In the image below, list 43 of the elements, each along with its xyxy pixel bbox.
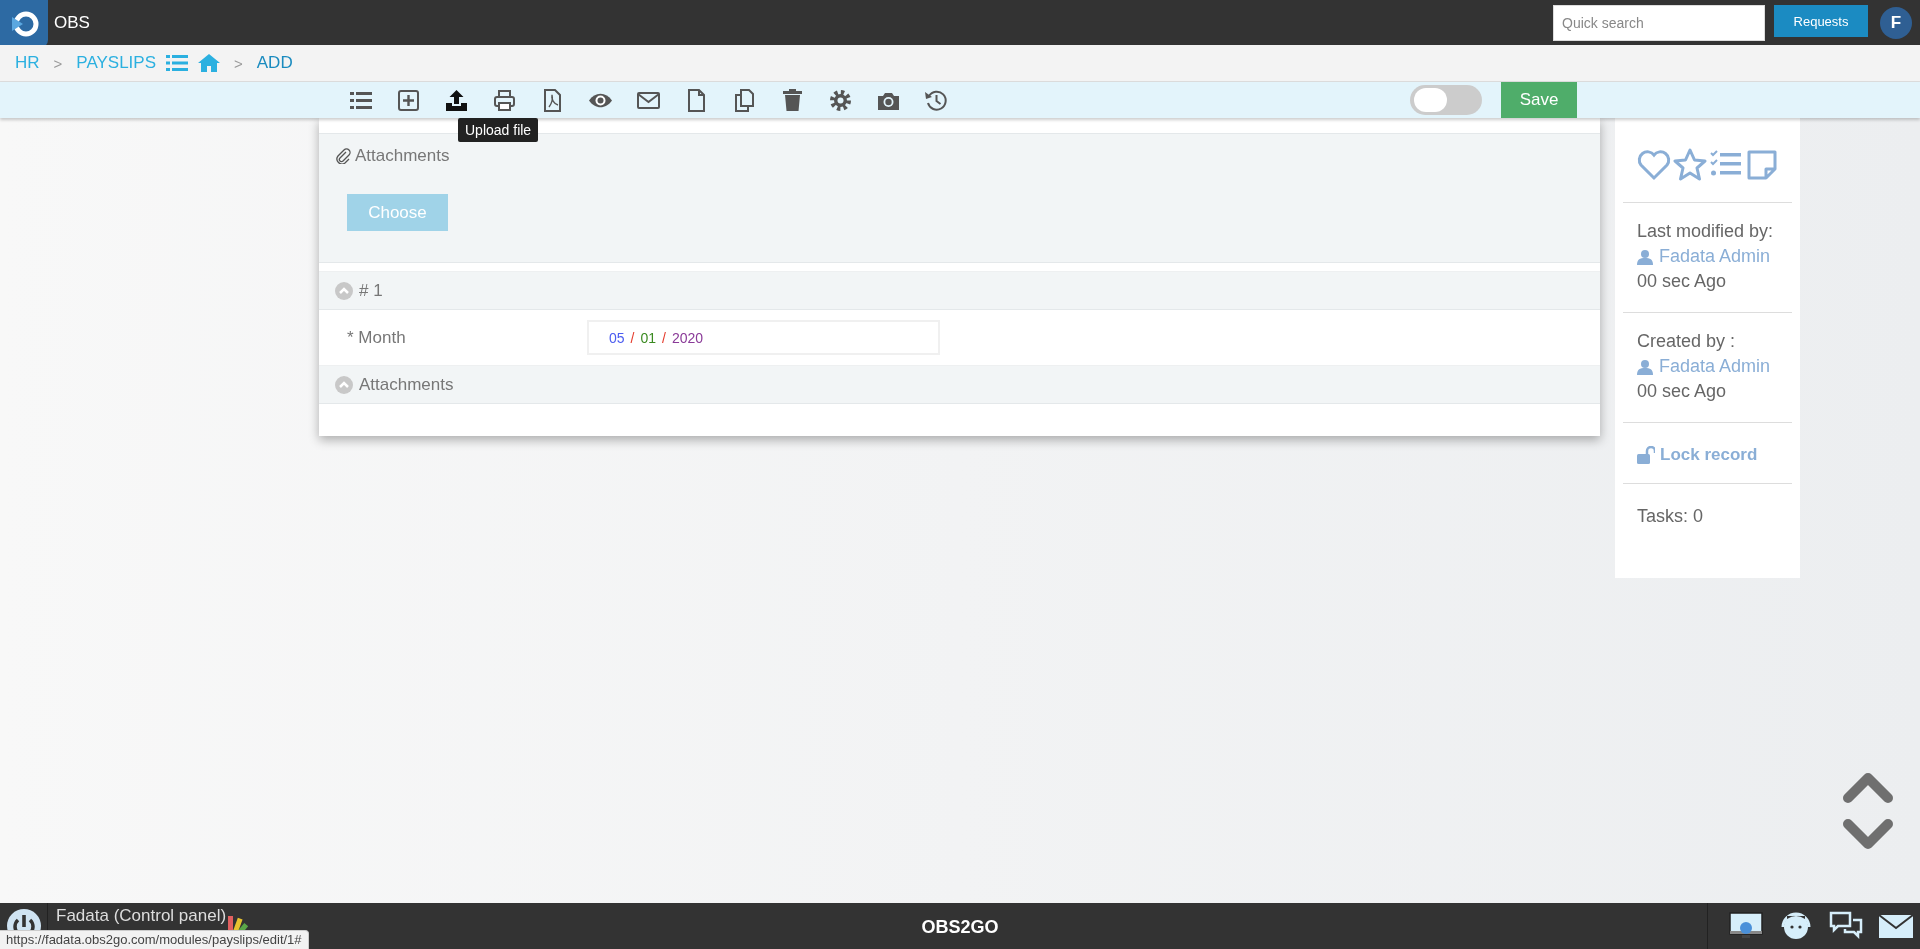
section-title[interactable]: Attachments — [359, 374, 454, 395]
meta-time: 00 sec Ago — [1637, 381, 1728, 402]
star-icon[interactable] — [1672, 148, 1707, 182]
brand-name: OBS2GO — [921, 917, 999, 938]
search-field[interactable]: Quick search — [1553, 4, 1765, 41]
breadcrumb-separator: > — [53, 54, 63, 72]
lock-record-link[interactable]: Lock record — [1660, 445, 1758, 465]
breadcrumb-current: ADD — [256, 53, 293, 73]
requests-button[interactable]: Requests — [1774, 5, 1868, 37]
print-icon[interactable] — [492, 87, 517, 113]
unlocked-padlock-icon — [1637, 446, 1655, 464]
date-field[interactable]: 05 / 01 / 2020 — [587, 320, 940, 355]
field-label: * Month — [347, 327, 407, 348]
toggle-switch[interactable] — [1410, 85, 1482, 115]
copy-icon[interactable] — [732, 87, 757, 113]
app-name: OBS — [54, 12, 90, 33]
meta-time: 00 sec Ago — [1637, 271, 1728, 292]
user-link[interactable]: Fadata Admin — [1659, 246, 1771, 267]
settings-icon[interactable] — [828, 87, 853, 113]
tasks-count: Tasks: 0 — [1636, 505, 1705, 528]
choose-button[interactable]: Choose — [347, 194, 448, 231]
scroll-down-icon[interactable] — [1842, 818, 1894, 852]
user-avatar[interactable]: F — [1880, 6, 1912, 39]
user-icon — [1637, 358, 1653, 375]
user-icon — [1637, 248, 1653, 265]
tooltip: Upload file — [458, 118, 539, 142]
meta-label: Created by : — [1637, 331, 1737, 352]
section-title[interactable]: # 1 — [359, 280, 383, 301]
paperclip-icon — [335, 148, 351, 164]
attachments-title: Attachments — [355, 146, 450, 166]
user-link[interactable]: Fadata Admin — [1659, 356, 1771, 377]
meta-label: Last modified by: — [1637, 221, 1775, 242]
add-icon[interactable] — [396, 87, 421, 113]
url-status-tooltip: https://fadata.obs2go.com/modules/payslips/edit/1# — [0, 930, 309, 949]
upload-icon[interactable] — [444, 87, 469, 113]
trash-icon[interactable] — [780, 87, 805, 113]
breadcrumb-link[interactable]: PAYSLIPS — [76, 53, 156, 73]
scroll-up-icon[interactable] — [1842, 770, 1894, 804]
company-name[interactable]: Fadata (Control panel) — [56, 906, 227, 926]
breadcrumb-separator: > — [234, 54, 243, 72]
breadcrumb-link[interactable]: HR — [15, 53, 40, 73]
save-button[interactable]: Save — [1501, 82, 1577, 118]
logo-icon[interactable] — [9, 9, 39, 39]
